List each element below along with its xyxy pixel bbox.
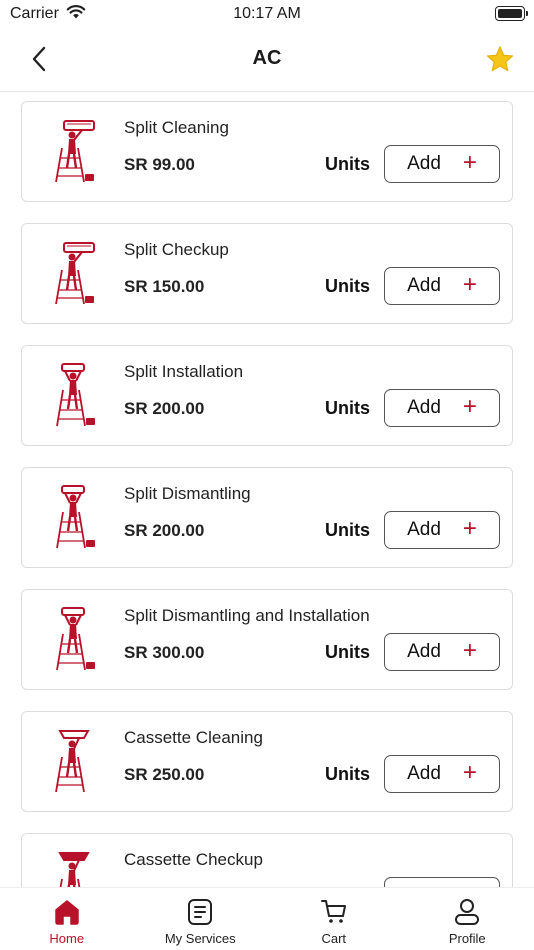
plus-icon: + [462,637,477,664]
add-label: Add [407,397,441,418]
add-label: Add [407,275,441,296]
units-label: Units [325,642,370,662]
service-price: SR 99.00 [124,155,195,174]
technician-ladder-icon [52,118,98,184]
plus-icon: + [462,271,477,298]
add-button[interactable]: Add + [384,633,500,671]
technician-ladder-icon [52,484,98,550]
add-button[interactable]: Add + [384,389,500,427]
units-label: Units [325,520,370,540]
home-icon [53,898,81,926]
bottom-tab-bar: Home My Services Cart Profile [0,887,534,950]
add-label: Add [407,763,441,784]
add-label: Add [407,153,441,174]
add-button[interactable]: Add + [384,755,500,793]
tab-label: Cart [321,931,347,946]
service-price: SR 200.00 [124,399,205,418]
status-time: 10:17 AM [233,5,301,22]
service-price: SR 200.00 [124,521,205,540]
star-icon [486,45,514,71]
units-label: Units [325,276,370,296]
add-button[interactable]: Add + [384,145,500,183]
plus-icon: + [462,149,477,176]
service-name: Split Dismantling and Installation [124,606,370,625]
service-price: SR 150.00 [124,277,205,296]
add-button[interactable] [384,877,500,887]
plus-icon: + [462,759,477,786]
service-name: Split Checkup [124,240,229,259]
service-name: Split Cleaning [124,118,229,137]
units-label: Units [325,398,370,418]
page-title: AC [252,47,282,69]
service-card[interactable]: Split Checkup SR 150.00 Units Add + [21,223,513,324]
service-price: SR 250.00 [124,765,205,784]
navigation-bar: AC [0,30,534,92]
service-name: Cassette Checkup [124,850,263,869]
favorite-button[interactable] [482,41,518,77]
service-name: Split Dismantling [124,484,251,503]
service-card[interactable]: Split Dismantling SR 200.00 Units Add + [21,467,513,568]
service-card[interactable]: Split Cleaning SR 99.00 Units Add + [21,101,513,202]
services-icon [186,898,214,926]
add-button[interactable]: Add + [384,267,500,305]
technician-ladder-icon [52,362,98,428]
technician-ladder-icon [52,728,98,794]
profile-icon [453,898,481,926]
battery-icon [495,6,528,21]
cart-icon [320,898,348,926]
service-name: Cassette Cleaning [124,728,263,747]
service-card[interactable]: Split Dismantling and Installation SR 30… [21,589,513,690]
technician-ladder-icon [52,240,98,306]
add-label: Add [407,519,441,540]
tab-cart[interactable]: Cart [267,888,401,950]
plus-icon: + [462,393,477,420]
status-bar: Carrier 10:17 AM [0,0,534,30]
service-card[interactable]: Split Installation SR 200.00 Units Add + [21,345,513,446]
tab-label: My Services [164,931,236,946]
technician-ladder-icon [52,606,98,672]
tab-home[interactable]: Home [0,888,134,950]
tab-my-services[interactable]: My Services [134,888,268,950]
service-price: SR 300.00 [124,643,205,662]
service-card[interactable]: Cassette Cleaning SR 250.00 Units Add + [21,711,513,812]
technician-ladder-icon [52,850,98,887]
service-name: Split Installation [124,362,244,381]
service-card[interactable]: Cassette Checkup [21,833,513,887]
units-label: Units [325,764,370,784]
plus-icon: + [462,515,477,542]
add-button[interactable]: Add + [384,511,500,549]
tab-label: Profile [448,931,486,946]
add-label: Add [407,641,441,662]
service-list[interactable]: Split Cleaning SR 99.00 Units Add + Spli… [0,92,534,887]
units-label: Units [325,154,370,174]
tab-profile[interactable]: Profile [401,888,534,950]
tab-label: Home [49,931,85,946]
